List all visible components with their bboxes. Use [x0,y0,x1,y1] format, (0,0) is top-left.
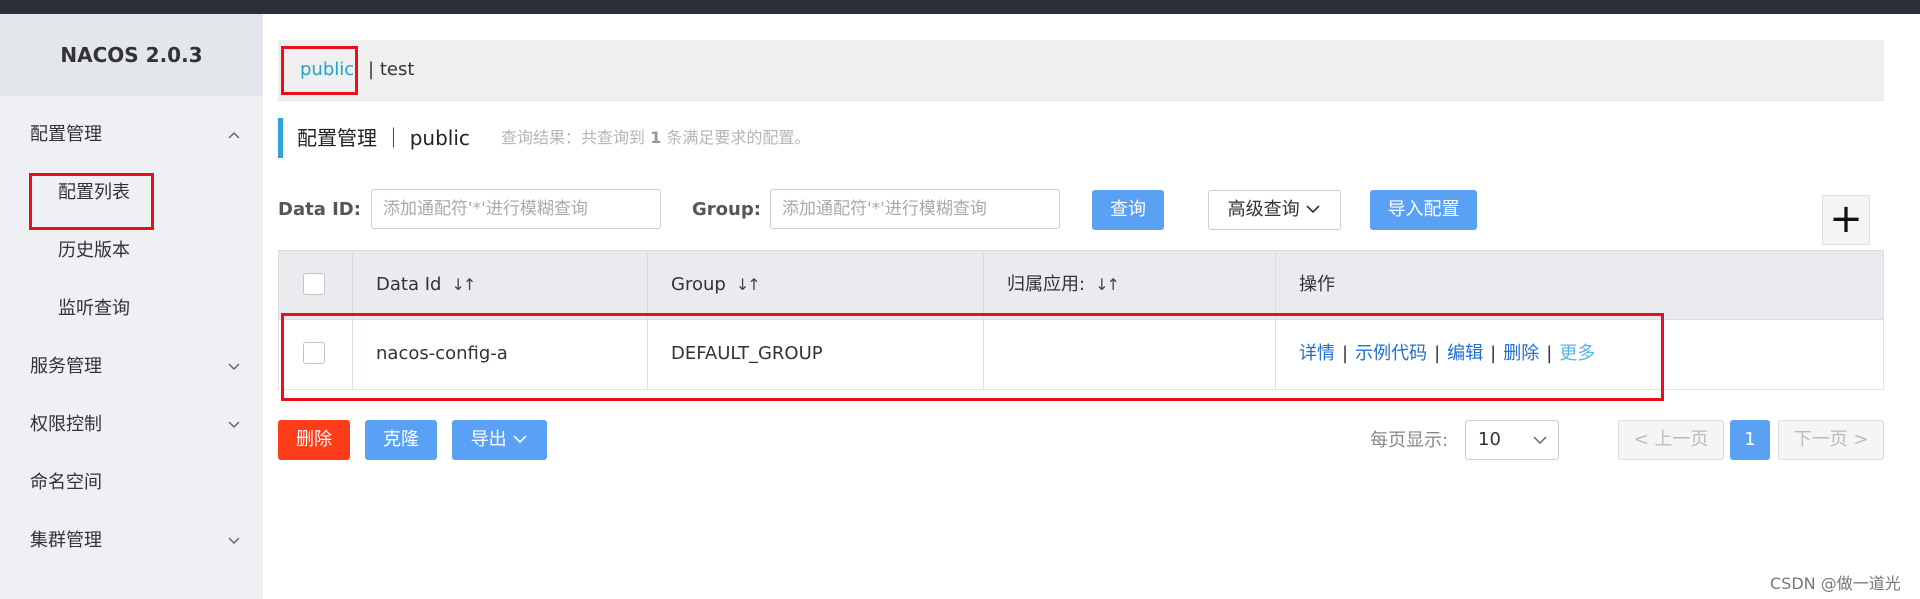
sidebar-item-service-management[interactable]: 服务管理 [0,338,263,396]
chevron-down-icon [227,512,241,595]
query-button[interactable]: 查询 [1092,190,1164,230]
sidebar-item-label: 监听查询 [58,298,130,319]
advanced-query-label: 高级查询 [1227,199,1300,220]
hint-count: 1 [650,128,662,147]
chevron-right-icon: > [1853,429,1869,450]
namespace-test[interactable]: test [380,59,415,80]
query-result-hint: 查询结果：共查询到 1 条满足要求的配置。 [501,118,810,158]
select-all-checkbox[interactable] [303,273,325,295]
chevron-down-icon [1532,421,1548,474]
column-divider [647,251,648,319]
sidebar-item-label: 服务管理 [30,356,102,377]
sort-icon[interactable]: ↓↑ [736,275,761,294]
page-title: 配置管理 ｜ public [297,126,470,150]
window-top-bar [0,0,1920,14]
namespace-separator: | [368,59,375,80]
sidebar: NACOS 2.0.3 配置管理 配置列表 历史版本 监听查询 服务管理 权限控… [0,14,263,599]
namespace-separator-and-test: | test [368,40,414,100]
plus-icon: + [1829,196,1863,242]
column-header-actions: 操作 [1299,274,1335,295]
group-label: Group: [692,199,761,220]
data-id-label: Data ID: [278,199,361,220]
add-config-button[interactable]: + [1822,195,1870,245]
next-page-label: 下一页 [1793,429,1848,450]
sidebar-item-label: 权限控制 [30,414,102,435]
watermark: CSDN @做一道光 [1770,574,1901,593]
sidebar-item-label: 配置管理 [30,124,102,145]
sidebar-item-cluster-management[interactable]: 集群管理 [0,512,263,570]
bulk-delete-button[interactable]: 删除 [278,420,350,460]
sidebar-item-label: 历史版本 [58,240,130,261]
namespace-bar: public | test [278,40,1884,101]
hint-prefix: 查询结果：共查询到 [501,128,646,147]
column-header-group[interactable]: Group ↓↑ [671,251,761,319]
sidebar-item-label: 命名空间 [30,472,102,493]
chevron-left-icon: < [1633,429,1649,450]
column-header-data-id[interactable]: Data Id ↓↑ [376,251,476,319]
column-divider [1275,251,1276,319]
prev-page-button[interactable]: < 上一页 [1618,420,1724,460]
export-button[interactable]: 导出 [452,420,547,460]
prev-page-label: 上一页 [1654,429,1709,450]
import-config-button[interactable]: 导入配置 [1370,190,1477,230]
app-title: NACOS 2.0.3 [0,14,263,96]
chevron-down-icon [1305,199,1321,220]
column-divider [352,251,353,319]
column-header-label: Group [671,274,726,295]
chevron-down-icon [512,429,528,450]
group-input[interactable] [770,189,1060,229]
sidebar-item-access-control[interactable]: 权限控制 [0,396,263,454]
page-size-label: 每页显示: [1370,430,1449,451]
sidebar-item-listener-query[interactable]: 监听查询 [0,280,263,338]
next-page-button[interactable]: 下一页 > [1778,420,1884,460]
page-title-bar: 配置管理 ｜ public 查询结果：共查询到 1 条满足要求的配置。 [278,118,810,158]
sort-icon[interactable]: ↓↑ [451,275,476,294]
advanced-query-button[interactable]: 高级查询 [1208,190,1341,230]
table-header: Data Id ↓↑ Group ↓↑ 归属应用: ↓↑ 操作 [278,250,1884,320]
column-header-label: 归属应用: [1007,274,1086,295]
data-id-input[interactable] [371,189,661,229]
sort-icon[interactable]: ↓↑ [1095,275,1120,294]
page-size-select[interactable]: 10 [1465,420,1559,460]
column-header-app[interactable]: 归属应用: ↓↑ [1007,251,1120,319]
highlight-box-config-list [29,173,154,230]
highlight-box-row [281,313,1664,401]
highlight-box-namespace [281,46,358,95]
column-header-label: Data Id [376,274,442,295]
hint-suffix: 条满足要求的配置。 [666,128,811,147]
sidebar-item-label: 集群管理 [30,530,102,551]
column-divider [983,251,984,319]
sidebar-item-config-management[interactable]: 配置管理 [0,106,263,164]
page-size-value: 10 [1478,429,1501,450]
sidebar-item-namespace[interactable]: 命名空间 [0,454,263,512]
current-page-button[interactable]: 1 [1730,420,1770,460]
sidebar-item-history[interactable]: 历史版本 [0,222,263,280]
clone-button[interactable]: 克隆 [365,420,437,460]
export-label: 导出 [470,429,507,450]
